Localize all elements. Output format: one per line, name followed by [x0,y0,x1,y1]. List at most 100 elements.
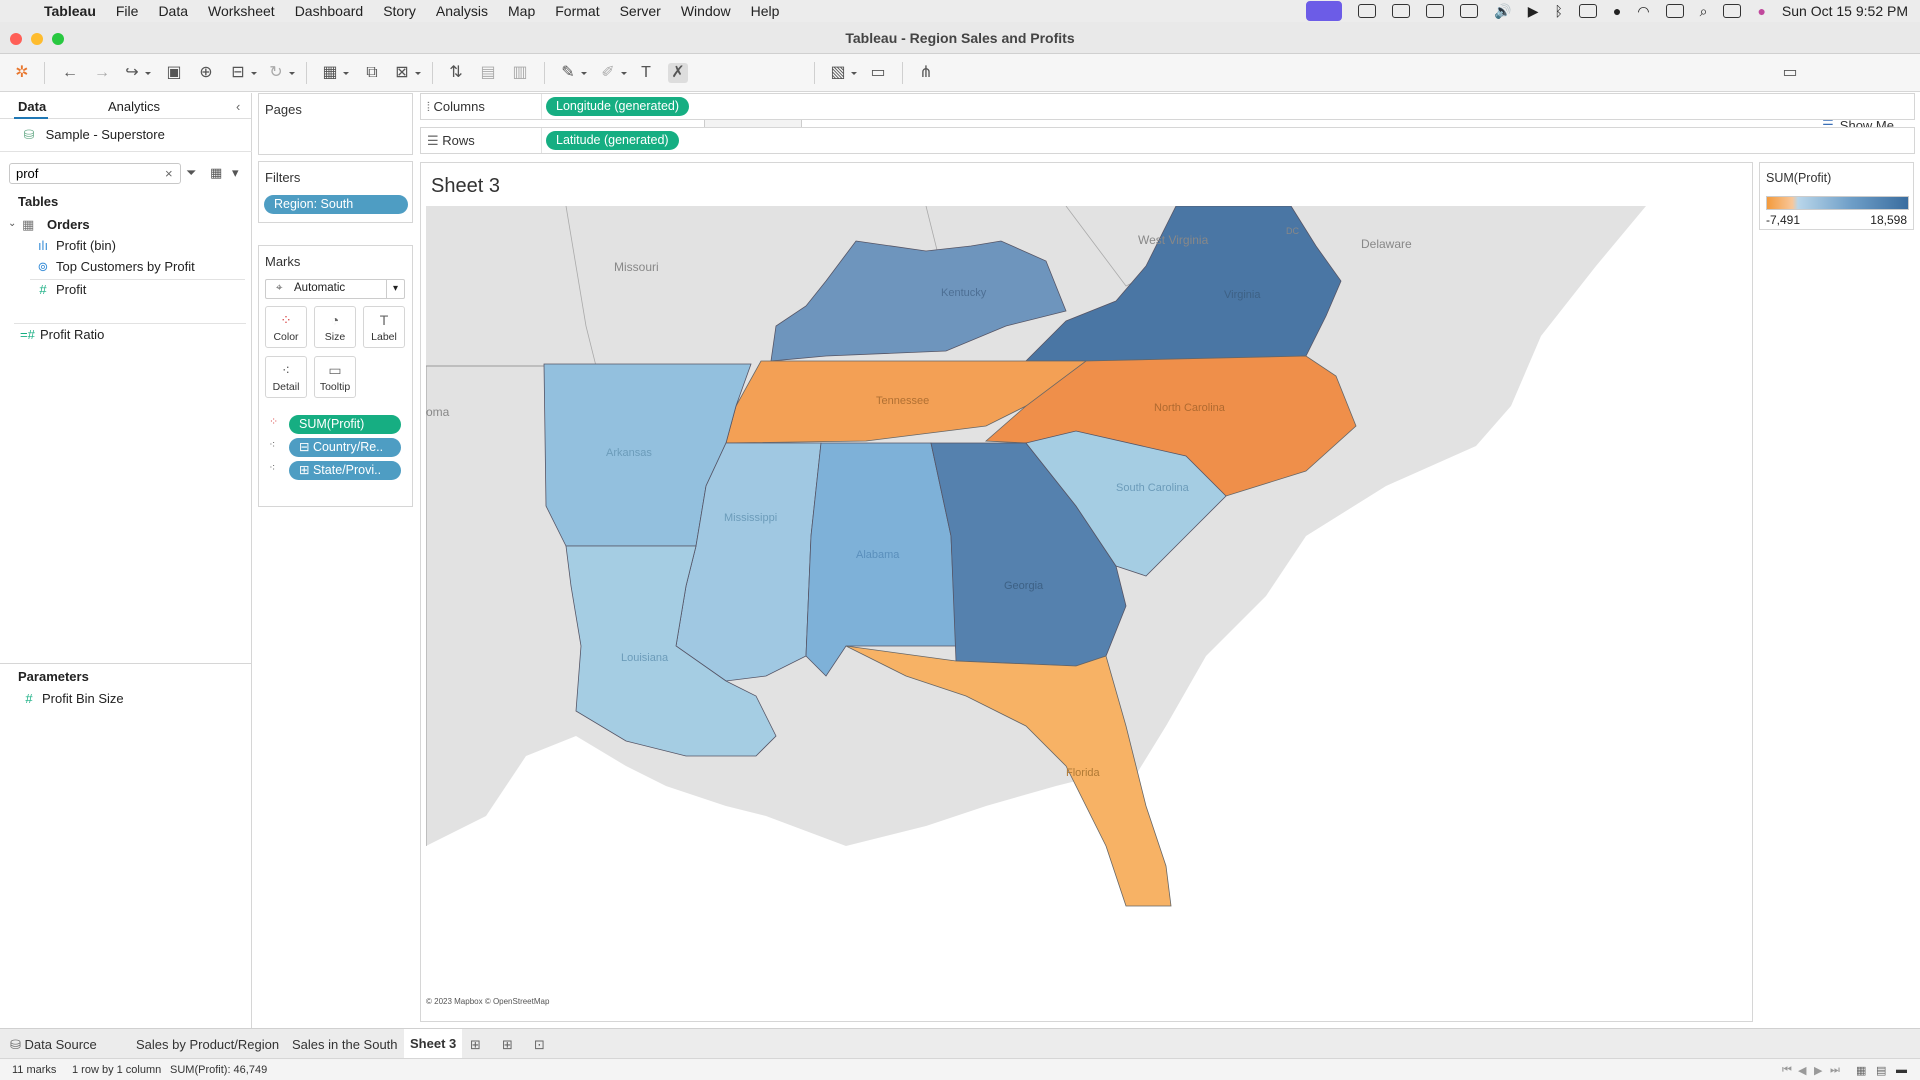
clear-sheet-icon[interactable]: ⊠ [392,63,421,83]
display-icon[interactable] [1460,4,1479,18]
table-orders[interactable]: Orders [47,217,90,232]
label-button[interactable]: T Label [363,306,405,348]
sheet-sorter-icon[interactable]: ▦ [1856,1064,1866,1077]
tableau-logo-icon[interactable]: ✲ [12,63,32,83]
color-legend[interactable]: SUM(Profit) -7,491 18,598 [1759,162,1914,230]
paperclip-icon[interactable] [1426,4,1445,18]
new-worksheet-tab-icon[interactable]: ⊞ [470,1037,481,1053]
mark-pill-sum-profit[interactable]: SUM(Profit) [289,415,401,434]
filter-pill-region[interactable]: Region: South [264,195,408,214]
menu-map[interactable]: Map [498,0,545,22]
group-members-icon[interactable]: ✐ [598,63,627,83]
new-dashboard-tab-icon[interactable]: ⊞ [502,1037,513,1053]
rows-pill-latitude[interactable]: Latitude (generated) [546,131,679,150]
menu-worksheet[interactable]: Worksheet [198,0,285,22]
field-search-input[interactable] [9,163,181,184]
filters-card[interactable]: Filters Region: South [258,161,413,223]
menu-analysis[interactable]: Analysis [426,0,498,22]
datasource-item[interactable]: ⛁ Sample - Superstore [22,127,165,143]
tab-sheet-3[interactable]: Sheet 3 [404,1029,463,1059]
status-app-icon-2[interactable] [1392,4,1411,18]
show-cards-icon[interactable]: ▧ [828,63,857,83]
next-sheet-icon[interactable]: ▶ [1814,1064,1822,1077]
tab-sales-in-the-south[interactable]: Sales in the South [292,1037,398,1052]
menu-data[interactable]: Data [148,0,198,22]
show-mark-labels-icon[interactable]: T [636,63,656,83]
expand-chevron-icon[interactable]: ⌄ [8,218,16,229]
status-app-icon[interactable] [1358,4,1377,18]
menu-app[interactable]: Tableau [34,0,106,22]
menubar-clock[interactable]: Sun Oct 15 9:52 PM [1782,3,1908,19]
first-sheet-icon[interactable]: ⏮ [1782,1064,1792,1077]
wifi-icon[interactable]: ◠ [1637,3,1649,20]
mark-pill-country[interactable]: ⊟ Country/Re.. [289,438,401,457]
spotlight-search-icon[interactable]: ⌕ [1700,3,1708,20]
tab-data-source[interactable]: ⛁ Data Source [10,1037,97,1053]
calendar-icon[interactable] [1665,4,1684,18]
forward-icon[interactable]: → [92,63,112,83]
menu-story[interactable]: Story [373,0,426,22]
redo-icon[interactable]: ↪ [122,63,151,83]
pane-options-icon[interactable]: ▾ [232,165,239,181]
clear-search-icon[interactable]: × [165,166,173,181]
siri-icon[interactable]: ● [1757,3,1765,19]
parameter-item[interactable]: # Profit Bin Size [22,691,123,706]
map-view[interactable]: Missouri West Virginia Delaware oma DC K… [426,206,1757,1031]
menu-window[interactable]: Window [671,0,741,22]
save-icon[interactable]: ▣ [164,63,184,83]
filter-fields-icon[interactable]: ⏷ [186,165,196,181]
battery-icon[interactable] [1578,4,1597,18]
sort-descending-icon[interactable]: ▥ [510,63,530,83]
sort-ascending-icon[interactable]: ▤ [478,63,498,83]
tabs-view-icon[interactable]: ▬ [1896,1064,1907,1076]
map-attribution[interactable]: © 2023 Mapbox © OpenStreetMap [426,997,550,1006]
fix-axes-icon[interactable]: ✗ [668,63,688,83]
last-sheet-icon[interactable]: ⏭ [1830,1064,1840,1077]
sheet-title[interactable]: Sheet 3 [431,175,500,198]
tab-analytics[interactable]: Analytics [108,99,160,114]
highlight-icon[interactable]: ✎ [558,63,587,83]
menu-dashboard[interactable]: Dashboard [285,0,374,22]
refresh-icon[interactable]: ↻ [266,63,295,83]
columns-shelf[interactable]: ⦙ Columns Longitude (generated) [420,93,1915,120]
new-worksheet-icon[interactable]: ▦ [320,63,349,83]
size-button[interactable]: ◔ Size [314,306,356,348]
mark-pill-state[interactable]: ⊞ State/Provi.. [289,461,401,480]
tab-data[interactable]: Data [18,99,46,114]
pause-updates-icon[interactable]: ⊟ [228,63,257,83]
field-item[interactable]: # Profit [36,282,86,297]
detail-button[interactable]: ⁖ Detail [265,356,307,398]
user-icon[interactable]: ● [1613,3,1621,19]
color-button[interactable]: ⁘ Color [265,306,307,348]
field-item[interactable]: ılı Profit (bin) [36,238,116,253]
back-icon[interactable]: ← [60,63,80,83]
swap-rows-columns-icon[interactable]: ⇅ [446,63,466,83]
field-item[interactable]: =# Profit Ratio [20,327,104,342]
menu-format[interactable]: Format [545,0,609,22]
new-story-tab-icon[interactable]: ⊡ [534,1037,545,1053]
tooltip-button[interactable]: ▭ Tooltip [314,356,356,398]
view-data-icon[interactable]: ▦ [210,165,222,181]
volume-icon[interactable]: 🔊 [1494,3,1511,20]
menu-file[interactable]: File [106,0,149,22]
columns-pill-longitude[interactable]: Longitude (generated) [546,97,690,116]
pages-card[interactable]: Pages [258,93,413,155]
duplicate-sheet-icon[interactable]: ⧉ [362,63,382,83]
bluetooth-icon[interactable]: ᛒ [1555,3,1563,19]
presentation-mode-icon[interactable]: ▭ [868,63,888,83]
screen-share-icon[interactable] [1306,1,1343,21]
menu-server[interactable]: Server [610,0,671,22]
tooltip-toggle-icon[interactable]: ▭ [1780,63,1800,83]
rows-shelf[interactable]: ☰ Rows Latitude (generated) [420,127,1915,154]
filmstrip-icon[interactable]: ▤ [1876,1064,1886,1077]
field-item[interactable]: ⊚ Top Customers by Profit [36,259,195,275]
collapse-pane-icon[interactable]: ‹ [236,99,240,114]
new-datasource-icon[interactable]: ⊕ [196,63,216,83]
menu-help[interactable]: Help [741,0,790,22]
play-icon[interactable]: ▶ [1528,3,1539,20]
mark-type-dropdown[interactable]: ⌖ Automatic ▾ [265,279,405,299]
prev-sheet-icon[interactable]: ◀ [1798,1064,1806,1077]
control-center-icon[interactable] [1723,4,1742,18]
share-icon[interactable]: ⋔ [916,63,936,83]
tab-sales-by-product-region[interactable]: Sales by Product/Region [136,1037,279,1052]
